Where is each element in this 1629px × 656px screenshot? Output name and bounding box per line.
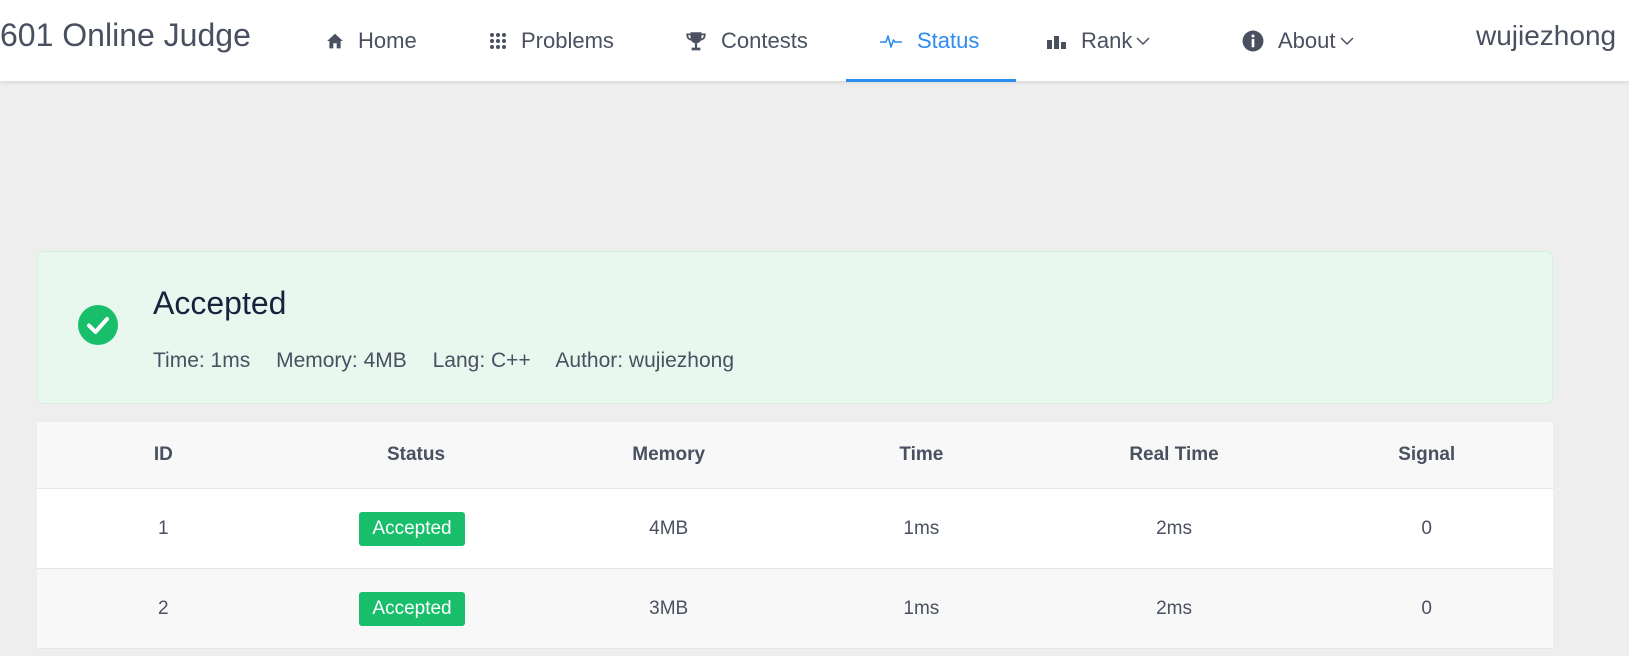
column-header-real-time: Real Time (1129, 444, 1219, 465)
result-author: Author: wujiezhong (555, 349, 735, 372)
cell-id: 2 (158, 597, 169, 619)
result-summary-card: Accepted Time: 1ms Memory: 4MB Lang: C++… (37, 251, 1553, 404)
nav-item-status[interactable]: Status (879, 0, 979, 81)
cell-status: Accepted (290, 569, 543, 648)
site-title[interactable]: 601 Online Judge (0, 17, 251, 54)
home-icon (326, 32, 344, 50)
cell-signal: 0 (1421, 597, 1432, 619)
check-circle-icon (78, 305, 118, 345)
cell-status: Accepted (290, 489, 543, 568)
result-time: Time: 1ms (153, 349, 251, 372)
top-navbar: 601 Online Judge Home Problems Contests … (0, 0, 1629, 82)
column-header-signal: Signal (1398, 444, 1456, 465)
cell-time: 1ms (903, 517, 940, 539)
cell-real-time: 2ms (1156, 517, 1192, 539)
cell-real-time: 2ms (1156, 597, 1192, 619)
nav-item-problems[interactable]: Problems (489, 0, 614, 81)
column-header-time: Time (899, 444, 944, 465)
table-header: ID Status Memory Time Real Time Signal (37, 422, 1553, 489)
nav-item-rank[interactable]: Rank (1047, 0, 1150, 81)
bar-chart-icon (1047, 32, 1067, 50)
table-row: 1 Accepted 4MB 1ms 2ms 0 (37, 489, 1553, 569)
column-header-memory: Memory (632, 444, 706, 465)
nav-label-contests: Contests (721, 27, 808, 53)
cell-memory: 3MB (649, 597, 689, 619)
cell-time: 1ms (903, 597, 940, 619)
test-case-table: ID Status Memory Time Real Time Signal 1… (37, 422, 1553, 649)
cell-id: 1 (158, 517, 169, 539)
pulse-icon (879, 32, 903, 50)
table-row: 2 Accepted 3MB 1ms 2ms 0 (37, 569, 1553, 649)
nav-item-home[interactable]: Home (326, 0, 417, 81)
column-header-id: ID (153, 444, 173, 465)
status-badge: Accepted (359, 591, 465, 626)
user-menu[interactable]: wujiezhong (1476, 20, 1616, 52)
nav-item-contests[interactable]: Contests (685, 0, 808, 81)
active-tab-indicator (846, 79, 1016, 82)
nav-item-about[interactable]: About (1242, 0, 1354, 81)
nav-label-status: Status (917, 27, 980, 53)
grid-icon (489, 32, 507, 50)
cell-signal: 0 (1421, 517, 1432, 539)
nav-label-about: About (1278, 27, 1336, 53)
trophy-icon (685, 30, 707, 52)
nav-label-rank: Rank (1081, 27, 1133, 53)
chevron-down-icon (1339, 36, 1354, 46)
info-icon (1242, 30, 1264, 52)
chevron-down-icon (1136, 36, 1150, 46)
cell-memory: 4MB (649, 517, 689, 539)
nav-label-problems: Problems (521, 27, 614, 53)
result-lang: Lang: C++ (432, 349, 531, 372)
nav-label-home: Home (358, 27, 417, 53)
column-header-status: Status (386, 444, 446, 465)
status-badge: Accepted (359, 511, 465, 546)
result-meta: Time: 1ms Memory: 4MB Lang: C++ Author: … (153, 349, 754, 373)
result-memory: Memory: 4MB (276, 349, 407, 372)
result-status-title: Accepted (153, 285, 287, 321)
